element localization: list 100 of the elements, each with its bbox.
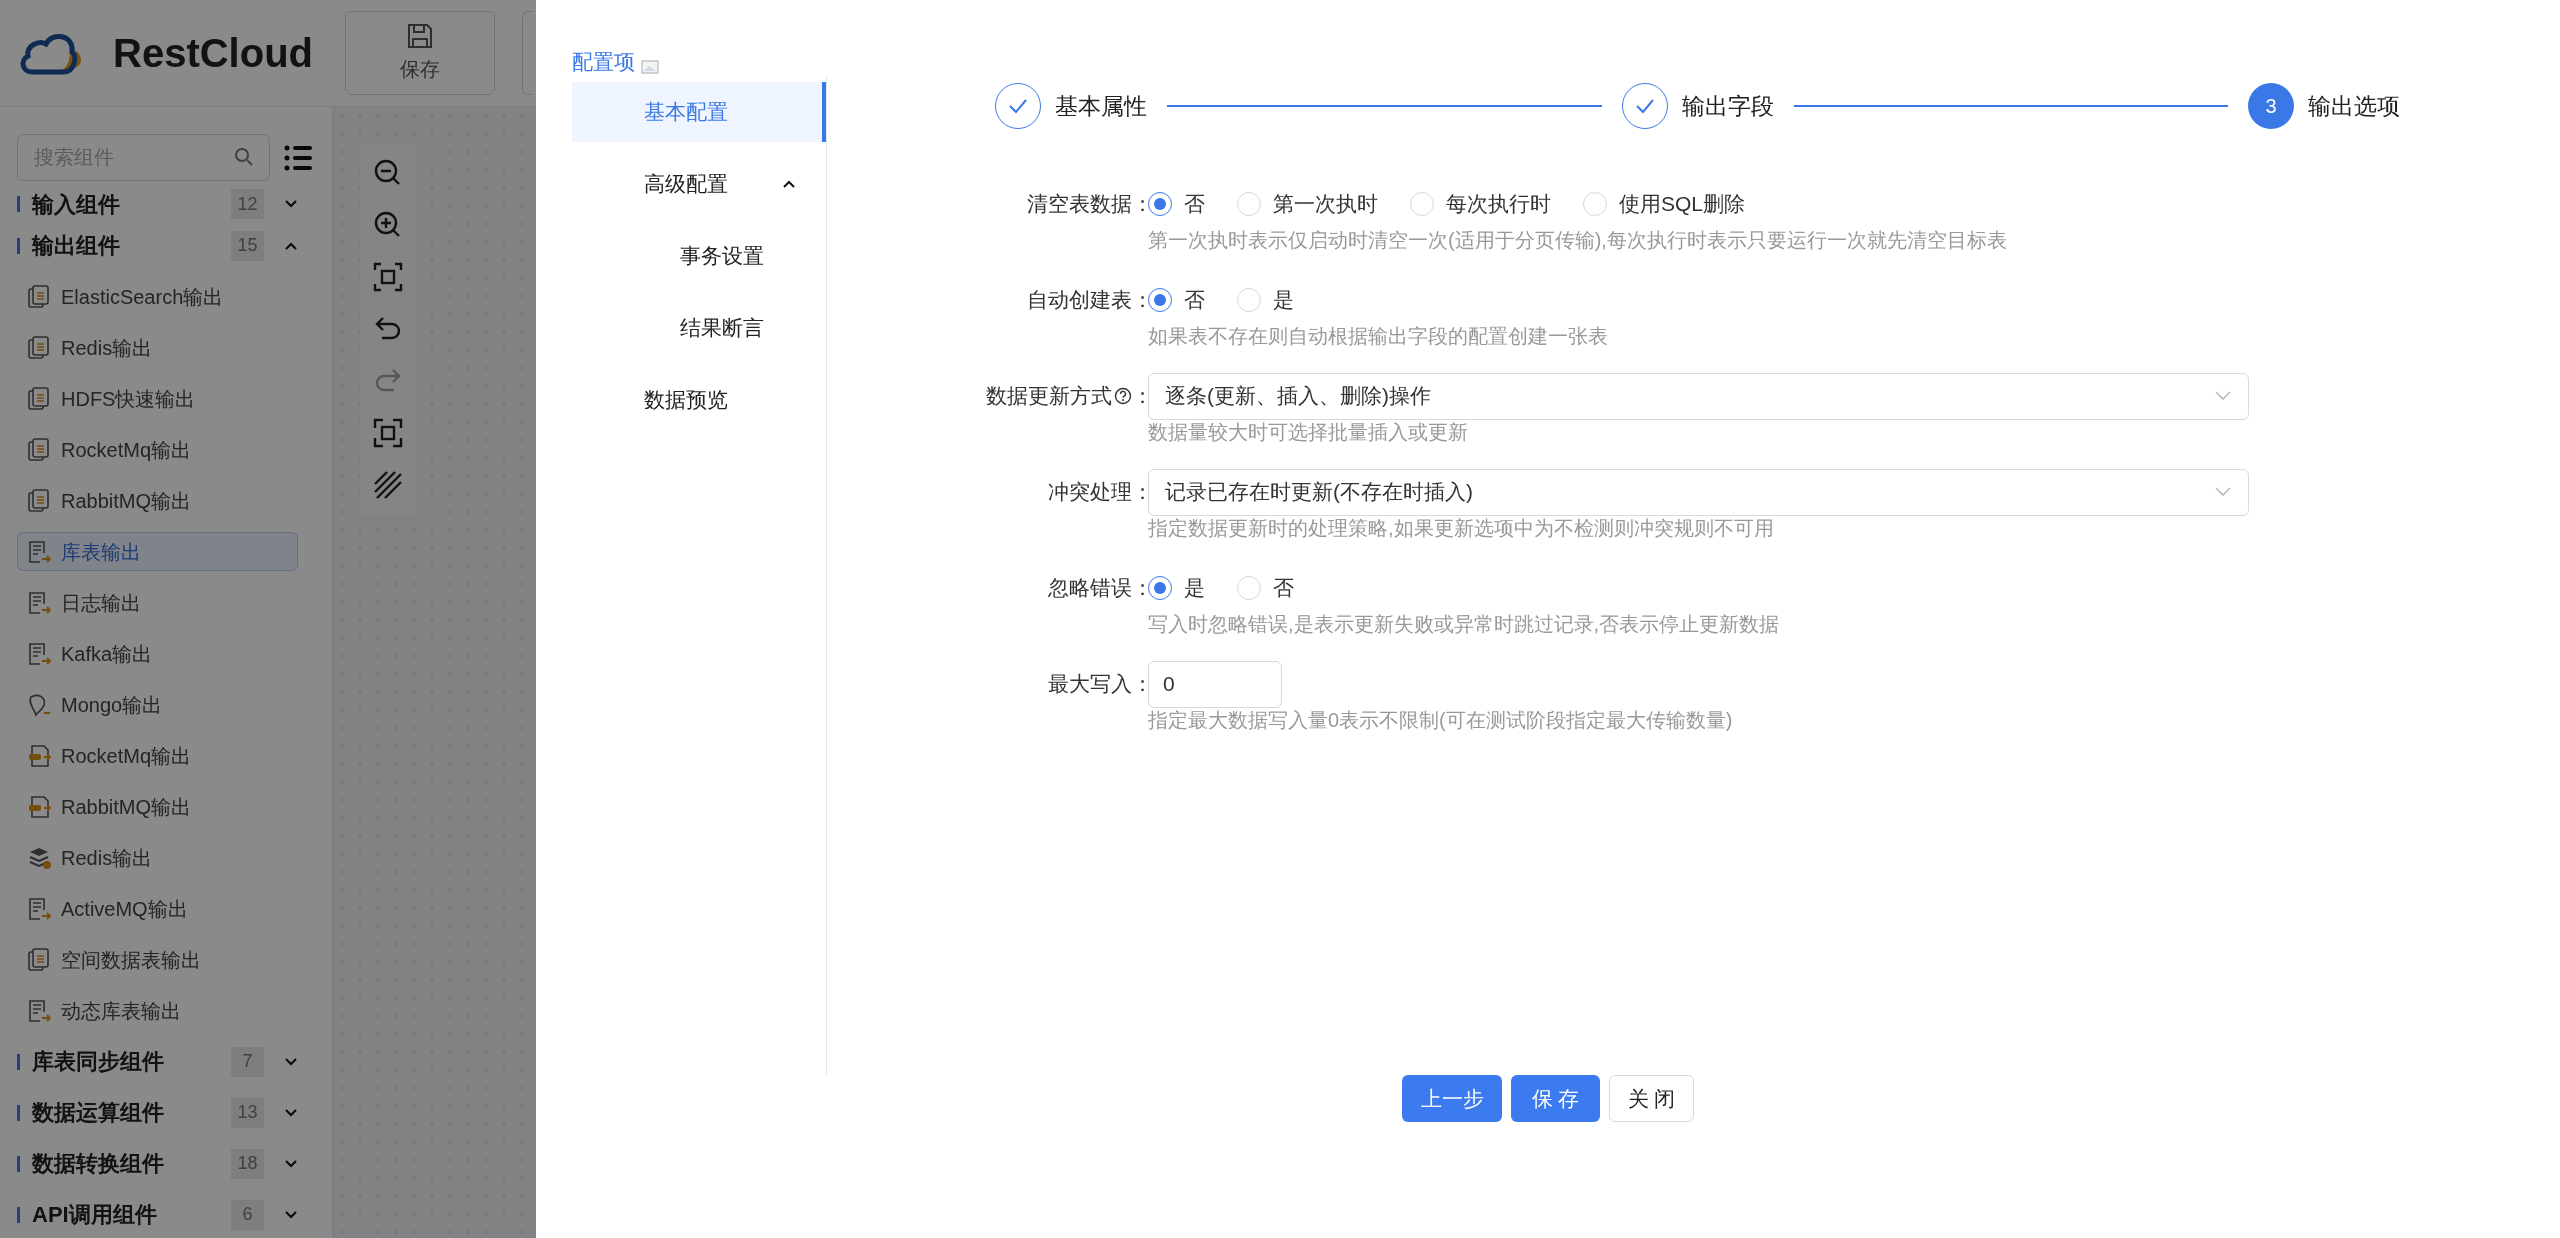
sidebar-item[interactable]: Kafka输出 <box>17 634 298 673</box>
group-title[interactable]: 库表同步组件 <box>32 1045 231 1078</box>
sidebar-item[interactable]: 库表输出 <box>17 532 298 571</box>
stack-icon <box>28 845 52 870</box>
group-marker <box>17 196 20 212</box>
sidebar-item[interactable]: RabbitMQ输出 <box>17 787 298 826</box>
sidebar-item[interactable]: 空间数据表输出 <box>17 940 298 979</box>
document-arrow-icon <box>28 641 52 666</box>
radio-label[interactable]: 每次执行时 <box>1446 188 1551 220</box>
sidebar-item[interactable]: RocketMq输出 <box>17 430 298 469</box>
sidebar-item[interactable]: ActiveMQ输出 <box>17 889 298 928</box>
action-button[interactable]: 关 闭 <box>1609 1075 1694 1122</box>
count-badge: 13 <box>231 1097 264 1128</box>
check-icon <box>1634 98 1655 114</box>
field-label: 自动创建表 <box>1027 287 1132 314</box>
group-title[interactable]: 数据转换组件 <box>32 1147 231 1180</box>
group-marker <box>17 1155 20 1172</box>
check-icon <box>1008 98 1028 114</box>
field-label: 忽略错误 <box>1048 575 1132 602</box>
radio-label[interactable]: 否 <box>1184 188 1205 220</box>
document-arrow-icon <box>28 998 52 1023</box>
save-button[interactable]: 保存 <box>345 11 495 95</box>
help-text: 写入时忽略错误,是表示更新失败或异常时跳过记录,否表示停止更新数据 <box>1148 612 1780 636</box>
image-icon <box>641 60 659 74</box>
action-button[interactable]: 上一步 <box>1402 1075 1502 1122</box>
step-label: 输出字段 <box>1681 91 1774 121</box>
document-icon <box>28 284 50 309</box>
document-icon <box>28 488 50 513</box>
chevron-down-icon[interactable] <box>284 1209 298 1220</box>
chevron-down-icon <box>2214 486 2232 498</box>
radio-label[interactable]: 是 <box>1273 284 1294 316</box>
group-title[interactable]: 输入组件 <box>32 188 231 221</box>
group-marker <box>17 1104 20 1121</box>
radio-label[interactable]: 使用SQL删除 <box>1619 188 1746 220</box>
field-label: 清空表数据 <box>1027 191 1132 218</box>
sidebar-item[interactable]: ElasticSearch输出 <box>17 277 298 316</box>
menu-item[interactable]: 高级配置 <box>572 154 826 214</box>
document-arrow-icon <box>28 743 52 768</box>
group-title[interactable]: 输出组件 <box>32 229 231 262</box>
document-arrow-icon <box>28 590 52 615</box>
leaf-icon <box>28 692 52 717</box>
group-title[interactable]: API调用组件 <box>32 1198 231 1231</box>
field-label: 最大写入 <box>1048 671 1132 698</box>
document-arrow-icon <box>28 896 52 921</box>
sidebar-item[interactable]: RabbitMQ输出 <box>17 481 298 520</box>
help-text: 指定最大数据写入量0表示不限制(可在测试阶段指定最大传输数量) <box>1148 708 1733 732</box>
document-icon <box>28 947 50 972</box>
document-icon <box>28 437 50 462</box>
sidebar-item[interactable]: RocketMq输出 <box>17 736 298 775</box>
chevron-down-icon[interactable] <box>284 199 298 209</box>
sidebar-item[interactable]: HDFS快速输出 <box>17 379 298 418</box>
group-title[interactable]: 数据运算组件 <box>32 1096 231 1129</box>
group-marker <box>17 237 20 254</box>
group-marker <box>17 1206 20 1223</box>
count-badge: 6 <box>231 1199 264 1230</box>
radio-label[interactable]: 第一次执时 <box>1273 188 1378 220</box>
count-badge: 15 <box>231 230 264 261</box>
radio-label[interactable]: 是 <box>1184 572 1205 604</box>
sidebar-item[interactable]: 动态库表输出 <box>17 991 298 1030</box>
sidebar-item[interactable]: 日志输出 <box>17 583 298 622</box>
field-label: 数据更新方式 <box>986 383 1112 410</box>
list-icon[interactable] <box>284 144 312 171</box>
menu-title: 配置项 <box>572 49 635 75</box>
select-field[interactable]: 逐条(更新、插入、删除)操作 <box>1148 372 2249 420</box>
chevron-up-icon[interactable] <box>284 240 298 251</box>
chevron-down-icon[interactable] <box>284 1056 298 1067</box>
help-text: 第一次执时表示仅启动时清空一次(适用于分页传输),每次执行时表示只要运行一次就先清空目标表 <box>1148 228 2007 252</box>
chevron-down-icon[interactable] <box>284 1107 298 1118</box>
chevron-down-icon[interactable] <box>284 1158 298 1169</box>
logo-text: RestCloud <box>113 30 313 77</box>
document-icon <box>28 335 50 360</box>
document-arrow-icon <box>28 539 52 564</box>
select-field[interactable]: 记录已存在时更新(不存在时插入) <box>1148 468 2249 516</box>
menu-item[interactable]: 数据预览 <box>572 370 826 430</box>
help-icon[interactable] <box>1114 387 1132 405</box>
help-text: 如果表不存在则自动根据输出字段的配置创建一张表 <box>1148 324 1608 348</box>
sidebar-item[interactable]: Mongo输出 <box>17 685 298 724</box>
count-badge: 18 <box>231 1148 264 1179</box>
fit-view-icon[interactable] <box>372 262 403 292</box>
document-arrow-icon <box>28 794 52 819</box>
sidebar-item[interactable]: Redis输出 <box>17 328 298 367</box>
menu-item[interactable]: 事务设置 <box>572 226 826 286</box>
chevron-up-icon[interactable] <box>782 179 796 189</box>
step-label: 输出选项 <box>2308 91 2400 121</box>
count-badge: 7 <box>231 1046 264 1077</box>
sidebar-item[interactable]: Redis输出 <box>17 838 298 877</box>
menu-item[interactable]: 结果断言 <box>572 298 826 358</box>
fullscreen-icon[interactable] <box>372 418 403 448</box>
hatch-icon[interactable] <box>372 470 403 500</box>
radio-label[interactable]: 否 <box>1273 572 1294 604</box>
action-button[interactable]: 保 存 <box>1511 1075 1600 1122</box>
chevron-down-icon <box>2214 390 2232 402</box>
count-badge: 12 <box>231 189 264 219</box>
menu-item[interactable]: 基本配置 <box>572 82 826 142</box>
search-icon <box>234 147 254 167</box>
number-field[interactable]: 0 <box>1148 660 1282 708</box>
group-marker <box>17 1053 20 1070</box>
document-icon <box>28 386 50 411</box>
help-text: 数据量较大时可选择批量插入或更新 <box>1148 420 1468 444</box>
radio-label[interactable]: 否 <box>1184 284 1205 316</box>
